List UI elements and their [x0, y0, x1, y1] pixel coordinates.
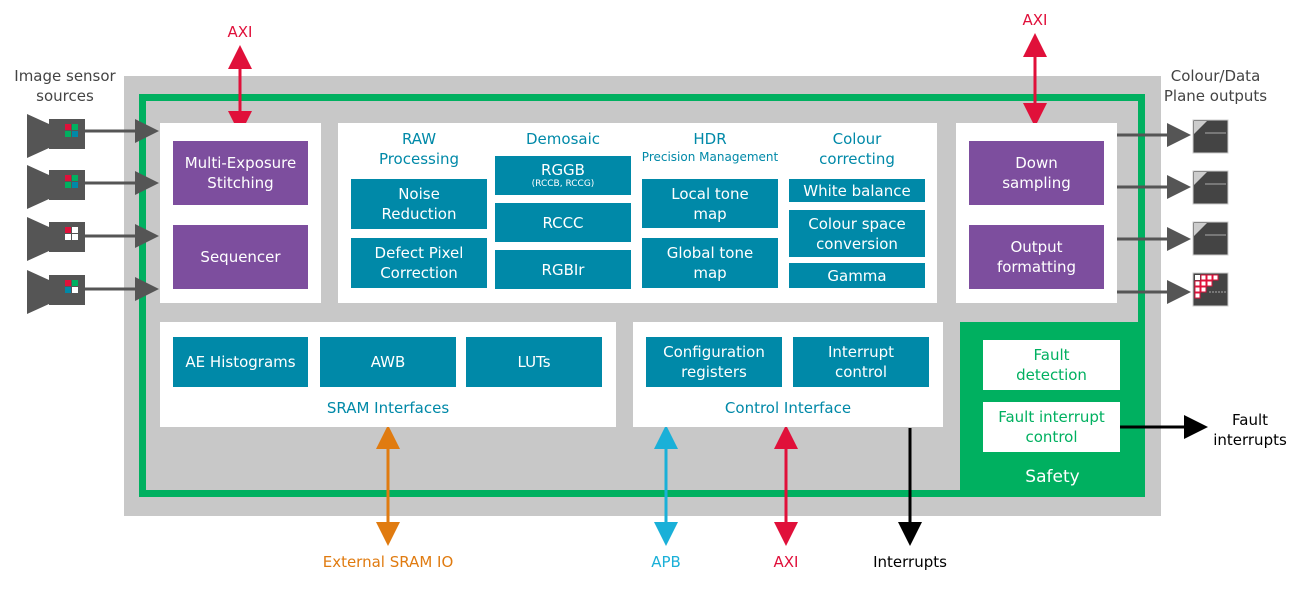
block-text: formatting [996, 258, 1077, 276]
interrupt-control-block: Interrupt control [793, 337, 929, 387]
block-text: Reduction [381, 205, 457, 223]
block-text: Noise [398, 185, 440, 203]
block-text: Stitching [207, 174, 274, 192]
block-text: Multi-Exposure [184, 154, 297, 172]
heading-text: correcting [819, 150, 895, 168]
global-tone-map-block: Global tone map [642, 238, 778, 288]
outputs-title-line: Colour/Data [1170, 67, 1261, 85]
rgbir-block: RGBIr [495, 250, 631, 289]
block-text: detection [1016, 366, 1087, 384]
fault-detection-block: Fault detection [983, 340, 1120, 390]
inputs-title: Image sensor sources [5, 66, 125, 106]
heading-text: Colour [832, 130, 882, 148]
block-text: White balance [803, 181, 911, 200]
block-text: RCCC [542, 213, 584, 232]
camera-icon [27, 217, 85, 261]
heading-text: RAW [401, 130, 437, 148]
isp-block-diagram: Image sensor sources Colour/Data Plane o… [0, 0, 1299, 600]
gamma-block: Gamma [789, 263, 925, 288]
external-sram-io-label: External SRAM IO [322, 553, 454, 571]
block-text: AWB [370, 353, 406, 371]
inputs-title-line: Image sensor [14, 67, 116, 85]
heading-subtext: Precision Management [641, 150, 779, 164]
block-text: Correction [380, 264, 458, 282]
local-tone-map-block: Local tone map [642, 179, 778, 228]
label-line: interrupts [1213, 431, 1287, 449]
block-text: Defect Pixel [374, 244, 464, 262]
block-text: Configuration [663, 343, 765, 361]
demosaic-heading: Demosaic [526, 130, 600, 148]
sram-interfaces-label: SRAM Interfaces [326, 399, 450, 417]
block-text: map [693, 264, 727, 282]
multi-exposure-stitching-block: Multi-Exposure Stitching [173, 141, 308, 205]
data-plane-icon [1192, 272, 1229, 307]
image-plane-icon [1192, 119, 1229, 154]
camera-icon [27, 165, 85, 209]
rggb-block: RGGB (RCCB, RCCG) [495, 156, 631, 195]
block-text: Sequencer [200, 248, 281, 266]
block-text: AE Histograms [185, 353, 296, 371]
block-text: LUTs [517, 353, 551, 371]
camera-icon [27, 114, 85, 158]
hdr-heading: HDR Precision Management [632, 129, 788, 165]
colour-space-conversion-block: Colour space conversion [789, 210, 925, 257]
block-text: Fault interrupt [998, 408, 1105, 426]
configuration-registers-block: Configuration registers [646, 337, 782, 387]
block-text: control [835, 363, 887, 381]
control-interface-label: Control Interface [724, 399, 852, 417]
noise-reduction-block: Noise Reduction [351, 179, 487, 229]
apb-label: APB [651, 553, 681, 571]
block-text: control [1025, 428, 1078, 446]
outputs-title-line: Plane outputs [1163, 87, 1268, 105]
block-text: sampling [1002, 174, 1071, 192]
outputs-title: Colour/Data Plane outputs [1158, 66, 1273, 106]
image-plane-icon [1192, 221, 1229, 256]
sequencer-block: Sequencer [173, 225, 308, 289]
awb-block: AWB [320, 337, 456, 387]
defect-pixel-correction-block: Defect Pixel Correction [351, 238, 487, 288]
down-sampling-block: Down sampling [969, 141, 1104, 205]
input-arrows [84, 119, 159, 301]
colour-correcting-heading: Colour correcting [789, 129, 925, 169]
block-text: Local tone [671, 184, 749, 203]
block-text: Global tone [666, 244, 754, 262]
safety-label: Safety [1025, 467, 1080, 487]
axi-right-label: AXI [1022, 11, 1048, 29]
luts-block: LUTs [466, 337, 602, 387]
block-subtext: (RCCB, RCCG) [531, 178, 595, 189]
interrupts-label: Interrupts [873, 553, 947, 571]
block-text: conversion [816, 234, 898, 253]
block-text: Gamma [827, 266, 887, 285]
block-text: Colour space [808, 214, 906, 233]
ae-histograms-block: AE Histograms [173, 337, 308, 387]
block-text: Fault [1033, 346, 1070, 364]
fault-interrupt-control-block: Fault interrupt control [983, 402, 1120, 452]
output-arrows [1117, 123, 1191, 304]
fault-interrupts-label: Fault interrupts [1205, 410, 1295, 450]
block-text: RGGB [541, 160, 585, 179]
output-formatting-block: Output formatting [969, 225, 1104, 289]
raw-processing-heading: RAW Processing [351, 129, 487, 169]
label-line: Fault [1232, 411, 1268, 429]
axi-bottom-label: AXI [773, 553, 799, 571]
white-balance-block: White balance [789, 179, 925, 202]
block-text: RGBIr [541, 260, 585, 279]
axi-left-label: AXI [227, 23, 253, 41]
heading-text: HDR [693, 130, 727, 148]
heading-text: Processing [378, 150, 460, 168]
block-text: map [693, 204, 727, 223]
block-text: registers [681, 363, 747, 381]
rccc-block: RCCC [495, 203, 631, 242]
camera-icon [27, 270, 85, 314]
inputs-title-line: sources [36, 87, 94, 105]
block-text: Output [1010, 238, 1063, 256]
image-plane-icon [1192, 170, 1229, 205]
block-text: Down [1015, 154, 1058, 172]
block-text: Interrupt [827, 343, 895, 361]
